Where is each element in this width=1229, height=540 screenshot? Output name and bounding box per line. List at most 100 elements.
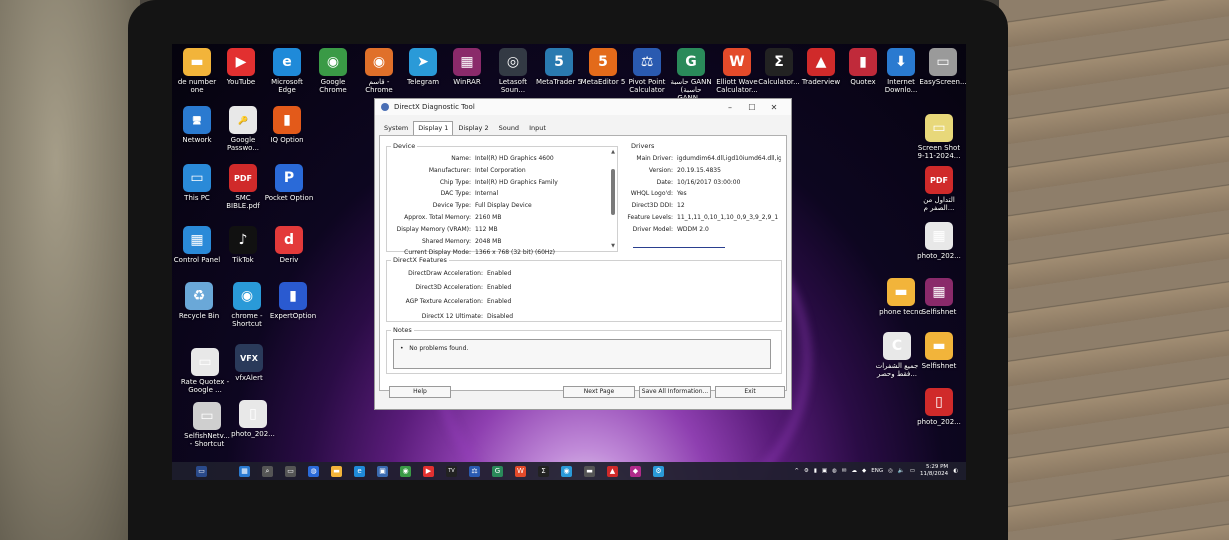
desktop-icon[interactable]: e Microsoft Edge (262, 48, 312, 94)
notifications-icon[interactable]: ◐ (953, 468, 958, 474)
desktop-icon[interactable]: ▮ IQ Option (262, 106, 312, 144)
minimize-icon[interactable]: – (719, 103, 741, 112)
taskbar-app-icon[interactable]: ◉ (561, 465, 572, 477)
desktop-icon[interactable]: ▦ Control Panel (172, 226, 222, 264)
desktop-icon[interactable]: ▭ Rate Quotex - Google ... (180, 348, 230, 394)
tab-system[interactable]: System (379, 121, 413, 135)
tray-chevron-icon[interactable]: ^ (794, 468, 799, 474)
desktop-icon[interactable]: ▯ photo_202... (228, 400, 278, 438)
desktop-icon[interactable]: ▦ WinRAR (442, 48, 492, 86)
taskbar-app-icon[interactable]: ▲ (607, 465, 618, 477)
driver-field-label: Date: (656, 178, 673, 186)
desktop-icon[interactable]: ♻ Recycle Bin (174, 282, 224, 320)
desktop-icon[interactable]: ▭ EasyScreen... (918, 48, 966, 86)
clock[interactable]: 5:29 PM 11/8/2024 (920, 464, 948, 478)
taskbar-app-icon[interactable]: ▭ (285, 465, 296, 477)
network-icon[interactable]: ◎ (888, 468, 893, 474)
taskbar-app-icon[interactable]: ⌕ (262, 465, 273, 477)
desktop-icon[interactable]: ▬ de number one (172, 48, 222, 94)
desktop-icon[interactable]: ➤ Telegram (398, 48, 448, 86)
desktop-icon[interactable]: Gحاسبة GANN (حاسبة GANN... (666, 48, 716, 102)
desktop-icon[interactable]: 🖥 Network (172, 106, 222, 144)
tray-app-icon[interactable]: ☁ (852, 468, 858, 474)
taskbar-app-icon[interactable]: ⚙ (653, 465, 664, 477)
directx-dialog[interactable]: DirectX Diagnostic Tool – ☐ ✕ System Dis… (374, 98, 792, 410)
desktop-icon[interactable]: PDF التداول من الصفر م... (914, 166, 964, 212)
notes-box[interactable]: • No problems found. (393, 339, 771, 369)
driver-field-label: WHQL Logo'd: (630, 190, 673, 198)
dialog-titlebar[interactable]: DirectX Diagnostic Tool – ☐ ✕ (375, 99, 791, 115)
device-field-label: Display Memory (VRAM): (396, 225, 471, 233)
desktop-icon[interactable]: ◉ Google Chrome (308, 48, 358, 94)
desktop-icon[interactable]: PDF SMC BIBLE.pdf (218, 164, 268, 210)
taskbar-app-icon[interactable]: ◆ (630, 465, 641, 477)
desktop-icon-label: This PC (184, 194, 210, 202)
device-info-list: Name: Manufacturer: Chip Type: DAC Type: Dev… (389, 153, 603, 259)
exit-button[interactable]: Exit (715, 386, 785, 398)
taskbar-app-icon[interactable]: ▶ (423, 465, 434, 477)
maximize-icon[interactable]: ☐ (741, 103, 763, 112)
desktop-icon[interactable]: ▭ This PC (172, 164, 222, 202)
taskbar-app-icon[interactable]: ▬ (584, 465, 595, 477)
desktop-icon[interactable]: ◎ Letasoft Soun... (488, 48, 538, 94)
desktop-icon[interactable]: 5 MetaTrader 5 (534, 48, 584, 86)
tab-display-2[interactable]: Display 2 (453, 121, 493, 135)
volume-icon[interactable]: 🔈 (898, 468, 905, 474)
app-icon: W (723, 48, 751, 76)
tray-app-icon[interactable]: ✉ (842, 468, 847, 474)
desktop-icon[interactable]: ▦ photo_202... (914, 222, 964, 260)
app-icon: ▯ (239, 400, 267, 428)
tab-input[interactable]: Input (524, 121, 551, 135)
desktop-icon[interactable]: ▭ SelfishNetv... - Shortcut (182, 402, 232, 448)
desktop-icon[interactable]: ◉ chrome - Shortcut (222, 282, 272, 328)
desktop-icon[interactable]: VFX vfxAlert (224, 344, 274, 382)
desktop-icon[interactable]: P Pocket Option (264, 164, 314, 202)
taskbar-app-icon[interactable]: ▣ (377, 465, 388, 477)
desktop-icon[interactable]: ▯ photo_202... (914, 388, 964, 426)
taskbar-app-icon[interactable]: W (515, 465, 526, 477)
scroll-down-icon[interactable]: ▼ (609, 243, 617, 249)
save-all-information-button[interactable]: Save All Information... (639, 386, 711, 398)
desktop-icon[interactable]: ◉ قاسم - Chrome (354, 48, 404, 94)
desktop-icon[interactable]: ▭ Screen Shot 9-11-2024... (914, 114, 964, 160)
desktop-icon[interactable]: ▦ Selfishnet (914, 278, 964, 316)
scroll-thumb[interactable] (611, 169, 615, 215)
desktop-icon-label: Deriv (279, 256, 299, 264)
device-field-label: Chip Type: (439, 178, 471, 186)
taskbar-app-icon[interactable]: ▬ (331, 465, 342, 477)
next-page-button[interactable]: Next Page (563, 386, 635, 398)
desktop-icon[interactable]: d Deriv (264, 226, 314, 264)
taskbar-app-icon[interactable]: TV (446, 465, 457, 477)
tray-app-icon[interactable]: ▣ (822, 468, 827, 474)
taskbar-app-icon[interactable]: ◉ (400, 465, 411, 477)
app-icon: ⚖ (633, 48, 661, 76)
tray-app-icon[interactable]: ⚙ (804, 468, 809, 474)
desktop-icon[interactable]: ♪ TikTok (218, 226, 268, 264)
taskbar-app-icon[interactable]: G (492, 465, 503, 477)
tray-app-icon[interactable]: ◆ (862, 468, 866, 474)
taskbar-app-icon[interactable]: ⚖ (469, 465, 480, 477)
taskbar-app-icon[interactable]: ▦ (239, 465, 250, 477)
scroll-up-icon[interactable]: ▲ (609, 149, 617, 155)
help-button[interactable]: Help (389, 386, 451, 398)
close-icon[interactable]: ✕ (763, 103, 785, 112)
taskbar-app-icon[interactable]: e (354, 465, 365, 477)
device-scrollbar[interactable]: ▲ ▼ (609, 149, 617, 249)
tab-display-1[interactable]: Display 1 (413, 121, 454, 135)
desktop-icon[interactable]: ▶ YouTube (216, 48, 266, 86)
app-icon: 🖥 (183, 106, 211, 134)
feature-field-value: Enabled (487, 284, 512, 292)
desktop-icon[interactable]: 5 MetaEditor 5 (578, 48, 628, 86)
desktop-icon[interactable]: ⚖ Pivot Point Calculator (622, 48, 672, 94)
widgets-icon[interactable]: ▭ (196, 465, 207, 477)
desktop-icon[interactable]: ▮ ExpertOption (268, 282, 318, 320)
tab-sound[interactable]: Sound (494, 121, 524, 135)
tray-app-icon[interactable]: ▮ (814, 468, 817, 474)
desktop-icon[interactable]: 🔑 Google Passwo... (218, 106, 268, 152)
battery-icon[interactable]: ▭ (910, 468, 915, 474)
taskbar-app-icon[interactable]: ◍ (308, 465, 319, 477)
taskbar-app-icon[interactable]: Σ (538, 465, 549, 477)
tray-app-icon[interactable]: ◍ (832, 468, 837, 474)
language-indicator[interactable]: ENG (871, 468, 883, 474)
desktop-icon[interactable]: ▬ Selfishnet (914, 332, 964, 370)
